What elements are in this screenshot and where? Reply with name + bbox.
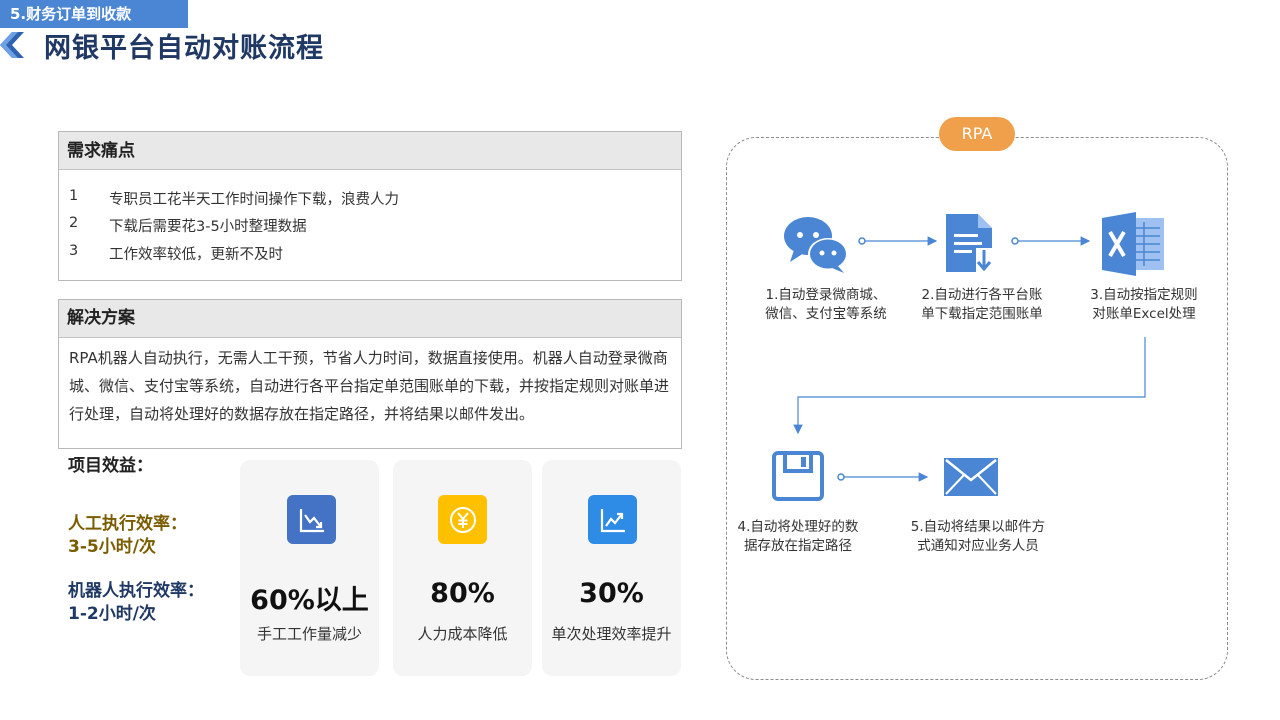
yen-coin-icon [438,495,487,544]
pain-points-panel: 需求痛点 1 专职员工花半天工作时间操作下载，浪费人力 2 下载后需要花3-5小… [58,131,682,281]
flow-step: 4.自动将处理好的数 据存放在指定路径 [722,450,874,562]
manual-efficiency: 人工执行效率： 3-5小时/次 [68,513,187,559]
flow-step-label: 3.自动按指定规则 对账单Excel处理 [1090,287,1198,322]
solution-panel: 解决方案 RPA机器人自动执行，无需人工干预，节省人力时间，数据直接使用。机器人… [58,299,682,449]
section-tag: 5.财务订单到收款 [0,0,188,28]
back-chevron-icon [0,32,24,58]
benefit-card: 60%以上 手工工作量减少 [240,460,379,676]
benefit-value: 30% [579,578,644,609]
list-item-number: 3 [69,243,79,259]
flow-step-label: 1.自动登录微商城、 微信、支付宝等系统 [765,287,887,322]
chart-up-icon [588,495,637,544]
document-download-icon [946,214,992,274]
solution-text: RPA机器人自动执行，无需人工干预，节省人力时间，数据直接使用。机器人自动登录微… [69,349,670,423]
benefit-card: 30% 单次处理效率提升 [542,460,681,676]
list-item-text: 工作效率较低，更新不及时 [109,247,283,263]
flow-step-label: 4.自动将处理好的数 据存放在指定路径 [737,519,859,554]
manual-efficiency-label: 人工执行效率： [68,514,187,534]
list-item-text: 下载后需要花3-5小时整理数据 [109,219,307,235]
mail-icon [944,458,998,496]
page-title: 网银平台自动对账流程 [44,33,324,64]
benefit-value: 60%以上 [250,585,369,616]
flow-step-label: 2.自动进行各平台账 单下载指定范围账单 [921,287,1043,322]
save-icon [772,451,824,501]
benefit-value: 80% [430,578,495,609]
benefits-title: 项目效益： [68,456,153,476]
robot-efficiency-label: 机器人执行效率： [68,581,204,601]
flow-step: 2.自动进行各平台账 单下载指定范围账单 [902,212,1062,324]
solution-heading: 解决方案 [59,300,681,338]
list-item-text: 专职员工花半天工作时间操作下载，浪费人力 [109,192,399,208]
list-item-number: 2 [69,215,79,231]
chart-down-icon [287,495,336,544]
robot-efficiency-value: 1-2小时/次 [68,604,156,624]
wechat-icon [784,217,848,273]
flow-step: 1.自动登录微商城、 微信、支付宝等系统 [746,212,906,324]
manual-efficiency-value: 3-5小时/次 [68,537,156,557]
pain-points-heading: 需求痛点 [59,132,681,170]
benefit-label: 人力成本降低 [417,625,508,643]
benefit-label: 单次处理效率提升 [551,625,672,643]
benefit-label: 手工工作量减少 [256,625,362,643]
flow-step-label: 5.自动将结果以邮件方 式通知对应业务人员 [910,519,1046,554]
benefit-card: 80% 人力成本降低 [393,460,532,676]
flow-step: 3.自动按指定规则 对账单Excel处理 [1068,212,1220,324]
excel-icon [1102,212,1164,276]
list-item-number: 1 [69,188,79,204]
robot-efficiency: 机器人执行效率： 1-2小时/次 [68,580,204,626]
flow-step: 5.自动将结果以邮件方 式通知对应业务人员 [896,450,1060,562]
